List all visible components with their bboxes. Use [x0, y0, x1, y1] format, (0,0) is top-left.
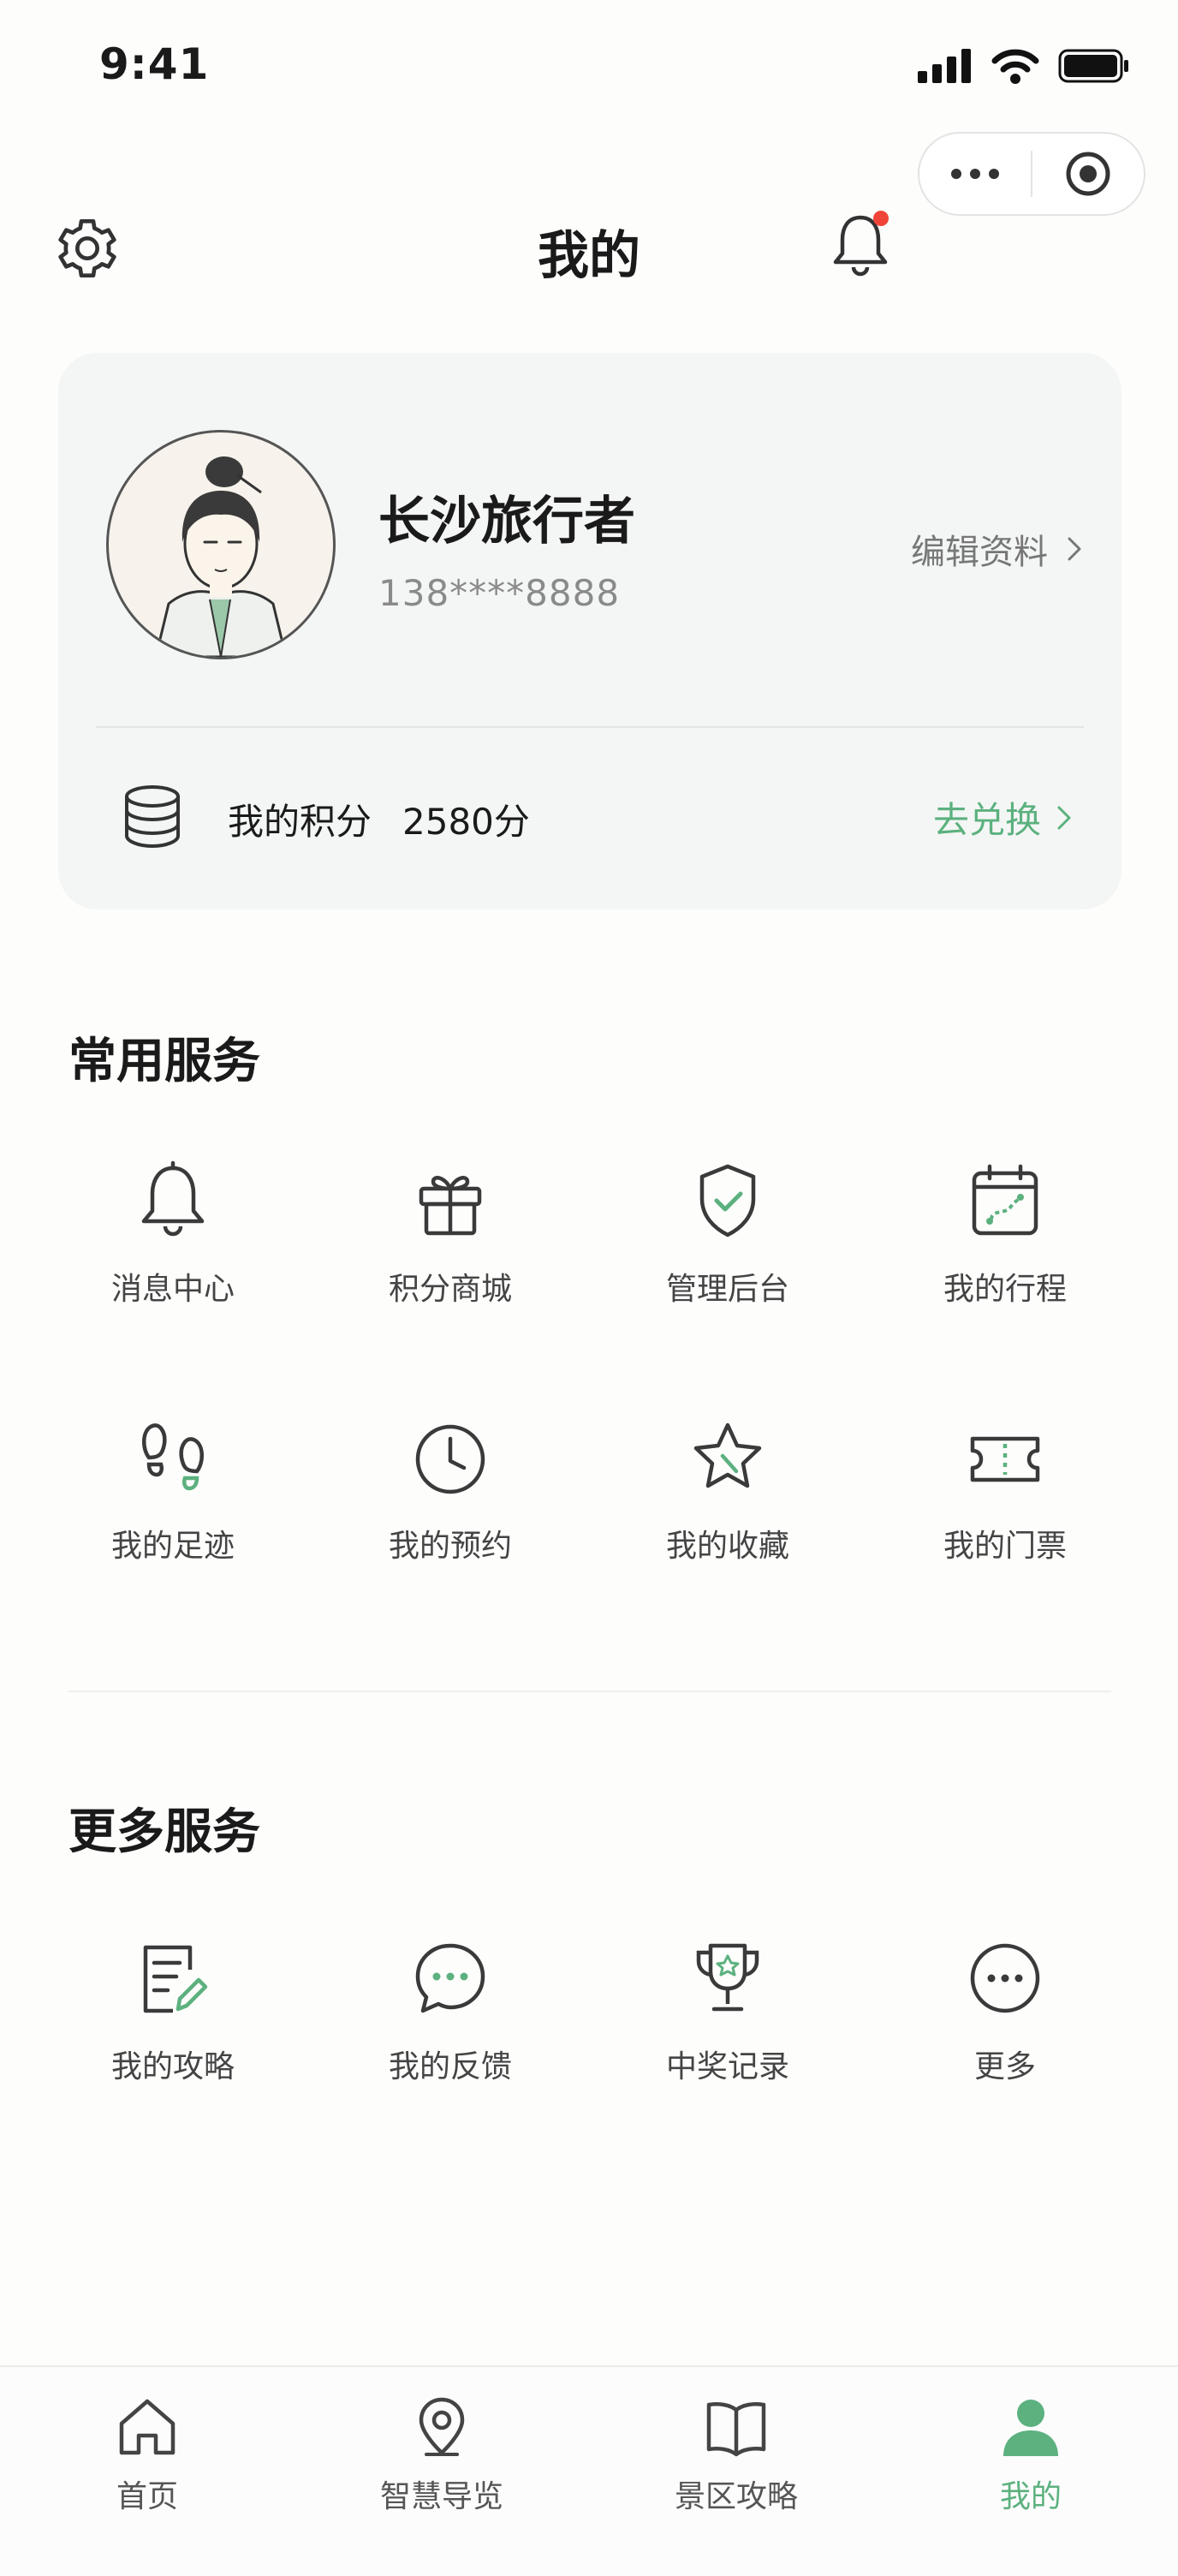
service-my-feedback[interactable]: 我的反馈	[312, 1891, 589, 2148]
service-more[interactable]: 更多	[866, 1891, 1144, 2148]
more-services-title: 更多服务	[68, 1804, 260, 1860]
bell-icon	[833, 211, 889, 277]
phone-number: 138****8888	[378, 572, 621, 614]
more-menu-button[interactable]	[919, 134, 1031, 214]
dots-icon	[951, 169, 999, 179]
service-label: 我的预约	[388, 1529, 512, 1564]
gift-icon	[419, 1176, 482, 1236]
tab-label: 景区攻略	[674, 2479, 798, 2514]
wifi-icon	[991, 49, 1039, 84]
more-icon	[970, 1943, 1040, 2013]
miniprogram-capsule	[918, 132, 1145, 216]
note-edit-icon	[143, 1945, 208, 2013]
tab-bar: 首页 智慧导览 景区攻略 我的	[0, 2365, 1178, 2576]
edit-profile-link[interactable]: 编辑资料	[911, 524, 1082, 574]
unread-badge	[873, 211, 889, 226]
service-label: 我的攻略	[110, 2049, 235, 2084]
service-message-center[interactable]: 消息中心	[34, 1113, 312, 1370]
service-my-reservations[interactable]: 我的预约	[312, 1370, 589, 1627]
close-miniprogram-button[interactable]	[1032, 134, 1144, 214]
calendar-route-icon	[972, 1164, 1038, 1236]
service-label: 管理后台	[665, 1272, 789, 1307]
edit-profile-label: 编辑资料	[911, 533, 1048, 572]
location-icon	[419, 2397, 465, 2456]
ticket-icon	[970, 1436, 1040, 1482]
bell-icon	[141, 1160, 205, 1237]
coins-icon	[125, 785, 180, 849]
tab-home[interactable]: 首页	[0, 2367, 294, 2576]
service-label: 我的门票	[943, 1529, 1067, 1564]
service-my-favorites[interactable]: 我的收藏	[589, 1370, 866, 1627]
common-services-title: 常用服务	[68, 1034, 260, 1089]
service-label: 我的足迹	[110, 1529, 235, 1564]
service-label: 积分商城	[388, 1272, 512, 1307]
tab-mine[interactable]: 我的	[884, 2367, 1178, 2576]
signal-icon	[918, 49, 971, 83]
target-icon	[1066, 152, 1110, 196]
service-my-footprints[interactable]: 我的足迹	[34, 1370, 312, 1627]
card-divider	[96, 726, 1084, 728]
service-points-mall[interactable]: 积分商城	[312, 1113, 589, 1370]
home-icon	[119, 2399, 176, 2455]
status-icons	[918, 48, 1130, 84]
notification-button[interactable]	[822, 206, 899, 283]
battery-icon	[1058, 49, 1128, 83]
service-prize-records[interactable]: 中奖记录	[589, 1891, 866, 2148]
more-services-grid: 我的攻略 我的反馈 中奖记录 更多	[34, 1891, 1144, 2148]
user-icon	[1003, 2400, 1058, 2456]
avatar[interactable]	[106, 430, 336, 659]
chevron-right-icon	[1057, 806, 1071, 829]
tab-scenic-guides[interactable]: 景区攻略	[589, 2367, 884, 2576]
service-my-tickets[interactable]: 我的门票	[866, 1370, 1144, 1627]
points-label: 我的积分	[228, 801, 372, 843]
book-icon	[706, 2402, 766, 2457]
trophy-icon	[696, 1943, 759, 2012]
tab-label: 首页	[116, 2479, 178, 2514]
chat-bubble-icon	[415, 1943, 485, 2013]
tab-label: 智慧导览	[379, 2479, 503, 2514]
service-my-itinerary[interactable]: 我的行程	[866, 1113, 1144, 1370]
section-divider	[68, 1690, 1111, 1692]
tab-smart-guide[interactable]: 智慧导览	[294, 2367, 589, 2576]
shield-check-icon	[699, 1164, 756, 1237]
avatar-illustration	[154, 456, 288, 657]
service-label: 我的反馈	[388, 2049, 512, 2084]
footprints-icon	[142, 1423, 204, 1491]
clock-icon	[415, 1424, 485, 1494]
nickname: 长沙旅行者	[378, 492, 635, 552]
status-time: 9:41	[99, 39, 210, 89]
page-title: 我的	[538, 226, 640, 286]
service-label: 更多	[973, 2049, 1036, 2084]
points-value: 2580分	[402, 801, 530, 843]
service-admin-console[interactable]: 管理后台	[589, 1113, 866, 1370]
service-label: 消息中心	[110, 1272, 235, 1307]
exchange-label: 去兑换	[932, 799, 1041, 841]
service-label: 我的行程	[943, 1272, 1067, 1307]
chevron-right-icon	[1068, 537, 1081, 561]
star-icon	[693, 1422, 762, 1488]
service-my-guides[interactable]: 我的攻略	[34, 1891, 312, 2148]
tab-label: 我的	[999, 2479, 1062, 2514]
exchange-points-link[interactable]: 去兑换	[933, 791, 1072, 844]
service-label: 中奖记录	[665, 2049, 789, 2084]
service-label: 我的收藏	[665, 1529, 789, 1564]
common-services-grid: 消息中心 积分商城 管理后台 我的行程 我的足迹 我的预约 我的收藏 我的门票	[34, 1113, 1144, 1627]
